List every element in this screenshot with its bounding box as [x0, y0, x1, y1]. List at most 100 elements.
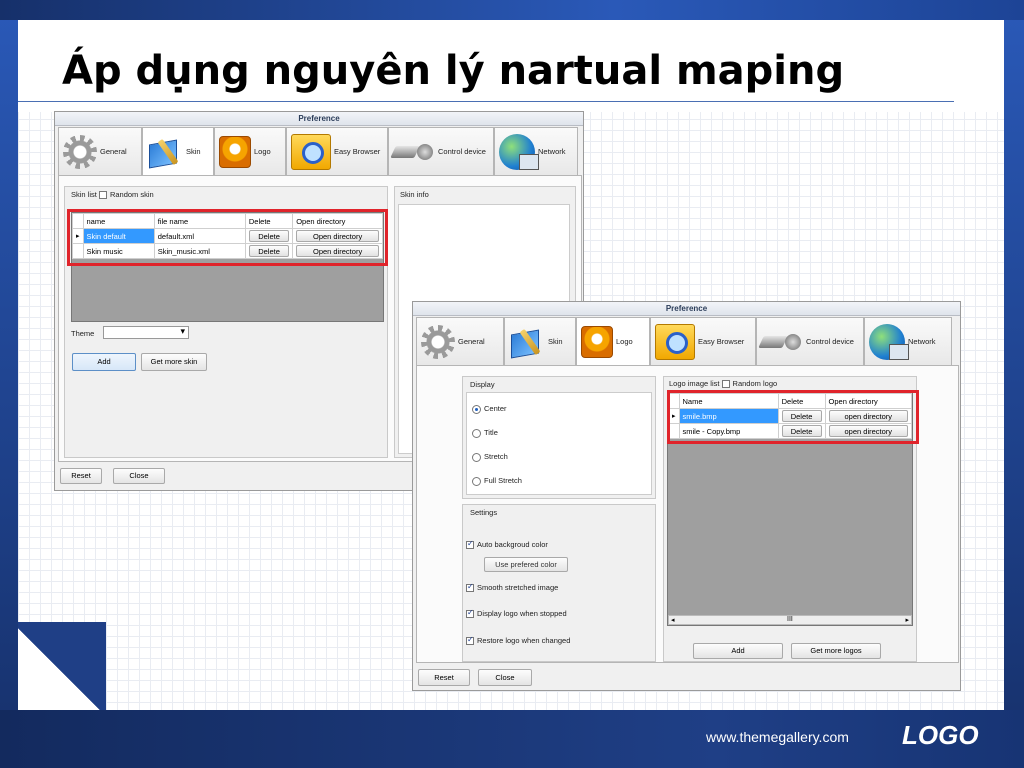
radio-label: Full Stretch: [484, 476, 522, 485]
tab-label: Network: [538, 147, 566, 156]
tab-control-device[interactable]: Control device: [756, 317, 864, 365]
gear-icon: [421, 324, 455, 359]
highlight-box: [67, 209, 388, 266]
radio-button[interactable]: [472, 452, 481, 462]
tab-label: Skin: [548, 337, 563, 346]
tab-skin[interactable]: Skin: [504, 317, 576, 365]
display-option-full-stretch[interactable]: Full Stretch: [472, 476, 522, 486]
checkbox-label: Restore logo when changed: [477, 636, 571, 645]
gom-logo-icon: [219, 135, 251, 168]
reset-button[interactable]: Reset: [60, 468, 102, 484]
remote-control-icon: [761, 332, 803, 352]
radio-label: Center: [484, 404, 507, 413]
display-option-center[interactable]: Center: [472, 404, 507, 414]
tab-label: Logo: [616, 337, 633, 346]
preference-window-logo: Preference General Skin Logo Easy Browse…: [412, 301, 961, 691]
footer-logo: LOGO: [902, 720, 979, 750]
display-option-title[interactable]: Title: [472, 428, 498, 438]
add-button[interactable]: Add: [693, 643, 783, 659]
tab-easy-browser[interactable]: Easy Browser: [650, 317, 756, 365]
scroll-right-icon[interactable]: ▸: [905, 616, 909, 624]
checkbox-label: Display logo when stopped: [477, 609, 567, 618]
tab-label: Network: [908, 337, 936, 346]
restore-logo-setting[interactable]: Restore logo when changed: [466, 635, 571, 646]
checkbox-label: Auto backgroud color: [477, 540, 548, 549]
close-button[interactable]: Close: [113, 468, 165, 484]
footer-url: www.themegallery.com: [706, 729, 849, 745]
auto-background-setting[interactable]: Auto backgroud color: [466, 539, 548, 550]
use-prefered-color-button[interactable]: Use prefered color: [484, 557, 568, 572]
radio-button[interactable]: [472, 404, 481, 414]
tab-label: Control device: [438, 147, 486, 156]
slide-footer: [0, 710, 1024, 768]
tab-label: Easy Browser: [698, 337, 745, 346]
random-skin-checkbox[interactable]: [98, 191, 107, 200]
tab-easy-browser[interactable]: Easy Browser: [286, 127, 388, 175]
random-logo-label: Random logo: [732, 379, 778, 388]
radio-button[interactable]: [472, 476, 481, 486]
corner-frame: [18, 622, 106, 710]
tab-general[interactable]: General: [58, 127, 142, 175]
smooth-stretched-setting[interactable]: Smooth stretched image: [466, 582, 559, 593]
title-underline: [18, 101, 954, 102]
checkbox-label: Smooth stretched image: [477, 583, 559, 592]
tab-label: Skin: [186, 147, 201, 156]
smooth-stretched-checkbox[interactable]: [466, 582, 474, 593]
restore-logo-checkbox[interactable]: [466, 635, 474, 646]
scroll-left-icon[interactable]: ◂: [671, 616, 675, 624]
tab-network[interactable]: Network: [494, 127, 578, 175]
tab-strip: General Skin Logo Easy Browser Control d…: [416, 317, 952, 365]
display-label: Display: [470, 380, 495, 389]
add-button[interactable]: Add: [72, 353, 136, 371]
tab-label: General: [458, 337, 485, 346]
highlight-box: [667, 390, 919, 444]
folder-search-icon: [291, 133, 331, 170]
network-globe-icon: [499, 133, 539, 170]
radio-button[interactable]: [472, 428, 481, 438]
auto-background-checkbox[interactable]: [466, 539, 474, 550]
tab-logo[interactable]: Logo: [214, 127, 286, 175]
tab-label: General: [100, 147, 127, 156]
tab-label: Easy Browser: [334, 147, 381, 156]
skin-icon: [147, 136, 183, 168]
folder-search-icon: [655, 323, 695, 360]
settings-label: Settings: [470, 508, 498, 517]
tab-general[interactable]: General: [416, 317, 504, 365]
logo-list-header: Logo image list Random logo: [669, 379, 778, 389]
slide-left-border: [0, 0, 18, 768]
tab-label: Control device: [806, 337, 854, 346]
get-more-skin-button[interactable]: Get more skin: [141, 353, 207, 371]
reset-button[interactable]: Reset: [418, 669, 470, 686]
window-title: Preference: [55, 112, 583, 126]
horizontal-scrollbar[interactable]: ◂ III ▸: [668, 615, 912, 625]
window-title: Preference: [413, 302, 960, 316]
skin-info-label: Skin info: [400, 190, 429, 199]
close-button[interactable]: Close: [478, 669, 532, 686]
get-more-logos-button[interactable]: Get more logos: [791, 643, 881, 659]
slide-title: Áp dụng nguyên lý nartual maping: [62, 48, 845, 94]
tab-label: Logo: [254, 147, 271, 156]
radio-label: Title: [484, 428, 498, 437]
scroll-thumb[interactable]: III: [787, 616, 793, 623]
display-logo-stopped-checkbox[interactable]: [466, 608, 474, 619]
display-option-stretch[interactable]: Stretch: [472, 452, 508, 462]
logo-list-label: Logo image list: [669, 379, 720, 388]
tab-content-logo: Display Center Title Stretch Full Stretc…: [416, 365, 959, 663]
radio-label: Stretch: [484, 452, 508, 461]
gom-logo-icon: [581, 325, 613, 358]
remote-control-icon: [393, 142, 435, 162]
gear-icon: [63, 134, 97, 169]
random-logo-checkbox[interactable]: [721, 380, 730, 389]
skin-list-header: Skin list Random skin: [71, 190, 154, 200]
theme-label: Theme: [71, 329, 95, 338]
tab-control-device[interactable]: Control device: [388, 127, 494, 175]
theme-dropdown[interactable]: [103, 326, 189, 339]
slide-top-border: [0, 0, 1024, 20]
skin-icon: [509, 326, 545, 358]
tab-strip: General Skin Logo Easy Browser Control d…: [58, 127, 578, 175]
tab-network[interactable]: Network: [864, 317, 952, 365]
display-logo-stopped-setting[interactable]: Display logo when stopped: [466, 608, 567, 619]
network-globe-icon: [869, 323, 909, 360]
tab-skin[interactable]: Skin: [142, 127, 214, 175]
tab-logo[interactable]: Logo: [576, 317, 650, 365]
